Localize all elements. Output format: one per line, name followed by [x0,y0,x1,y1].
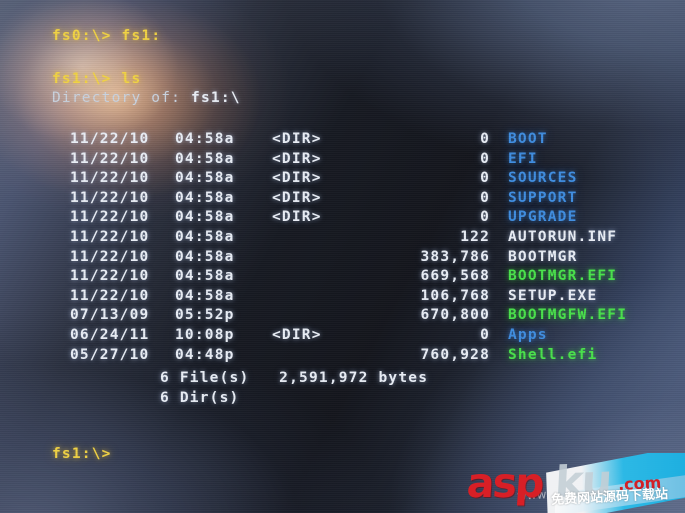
listing-row: 11/22/10 04:58a <DIR> 0 SUPPORT [0,189,685,209]
listing-time: 04:58a [175,268,235,285]
listing-name: AUTORUN.INF [508,229,618,245]
listing-row: 11/22/10 04:58a 669,568 BOOTMGR.EFI [0,267,685,287]
command-text-ls: ls [121,71,142,87]
shell-prompt-fs0: fs0:\> [52,28,112,44]
command-spacer [112,28,122,44]
listing-name: BOOTMGFW.EFI [508,307,628,324]
uefi-shell-screen: fs0:\> fs1: fs1:\> ls Directory of: fs1:… [0,0,685,513]
listing-size: 0 [480,189,490,206]
listing-date: 11/22/10 [70,268,150,285]
listing-time: 04:58a [175,209,235,226]
listing-date: 11/22/10 [70,248,150,265]
listing-time: 04:58a [175,189,235,206]
directory-path: fs1:\ [191,90,241,106]
listing-size: 0 [480,131,490,147]
terminal-text-layer: fs0:\> fs1: fs1:\> ls Directory of: fs1:… [0,0,685,513]
listing-dir-attribute: <DIR> [272,189,322,206]
listing-size: 760,928 [420,346,490,363]
listing-name: SETUP.EXE [508,287,598,304]
listing-date: 11/22/10 [70,287,150,304]
listing-row: 11/22/10 04:58a 106,768 SETUP.EXE [0,287,685,307]
label-spacer [181,90,191,106]
command-spacer-2 [112,71,122,87]
listing-name: Apps [508,327,548,343]
listing-time: 04:58a [175,131,235,147]
listing-time: 04:48p [175,346,235,363]
shell-prompt-fs1: fs1:\> [52,71,112,87]
listing-size: 0 [480,327,490,343]
listing-size: 0 [480,150,490,167]
final-prompt-text: fs1:\> [52,446,112,462]
listing-name: BOOT [508,131,548,147]
listing-time: 04:58a [175,248,235,265]
listing-size: 122 [460,229,490,245]
listing-time: 04:58a [175,287,235,304]
summary-dirs-line: 6 Dir(s) [160,389,239,409]
command-line-2: fs1:\> ls [52,70,141,90]
listing-date: 11/22/10 [70,209,150,226]
listing-size: 670,800 [420,307,490,324]
listing-row: 11/22/10 04:58a 383,786 BOOTMGR [0,248,685,268]
listing-name: SOURCES [508,170,578,187]
directory-header: Directory of: fs1:\ [52,89,241,109]
listing-row: 11/22/10 04:58a <DIR> 0 UPGRADE [0,208,685,228]
listing-date: 11/22/10 [70,150,150,167]
listing-date: 06/24/11 [70,327,150,343]
listing-size: 0 [480,170,490,187]
listing-dir-attribute: <DIR> [272,150,322,167]
listing-row: 06/24/11 10:08p <DIR> 0 Apps [0,326,685,346]
listing-row: 07/13/09 05:52p 670,800 BOOTMGFW.EFI [0,306,685,326]
command-text-fs1: fs1: [121,28,162,44]
listing-row: 11/22/10 04:58a <DIR> 0 SOURCES [0,169,685,189]
listing-size: 383,786 [420,248,490,265]
listing-name: BOOTMGR [508,248,578,265]
listing-time: 04:58a [175,150,235,167]
summary-total-bytes: 2,591,972 bytes [279,370,429,386]
listing-row: 11/22/10 04:58a <DIR> 0 BOOT [0,130,685,150]
listing-name: BOOTMGR.EFI [508,268,618,285]
listing-size: 0 [480,209,490,226]
listing-name: Shell.efi [508,346,598,363]
summary-spacer [249,370,279,386]
listing-name: UPGRADE [508,209,578,226]
listing-dir-attribute: <DIR> [272,170,322,187]
final-shell-prompt[interactable]: fs1:\> [52,445,112,465]
listing-row: 05/27/10 04:48p 760,928 Shell.efi [0,346,685,366]
listing-name: EFI [508,150,538,167]
listing-time: 10:08p [175,327,235,343]
listing-time: 04:58a [175,229,235,245]
listing-time: 04:58a [175,170,235,187]
listing-date: 11/22/10 [70,131,150,147]
summary-files-line: 6 File(s) 2,591,972 bytes [160,369,428,389]
summary-dir-count: 6 Dir(s) [160,390,240,406]
listing-dir-attribute: <DIR> [272,327,322,343]
listing-dir-attribute: <DIR> [272,131,322,147]
listing-date: 05/27/10 [70,346,150,363]
listing-size: 106,768 [420,287,490,304]
listing-time: 05:52p [175,307,235,324]
listing-date: 11/22/10 [70,189,150,206]
listing-dir-attribute: <DIR> [272,209,322,226]
listing-row: 11/22/10 04:58a <DIR> 0 EFI [0,150,685,170]
listing-name: SUPPORT [508,189,578,206]
command-line-1: fs0:\> fs1: [52,27,161,47]
listing-size: 669,568 [420,268,490,285]
summary-file-count: 6 File(s) [160,370,250,386]
listing-date: 11/22/10 [70,170,150,187]
directory-of-label: Directory of: [52,90,182,106]
listing-row: 11/22/10 04:58a 122 AUTORUN.INF [0,228,685,248]
listing-date: 11/22/10 [70,229,150,245]
listing-date: 07/13/09 [70,307,150,324]
